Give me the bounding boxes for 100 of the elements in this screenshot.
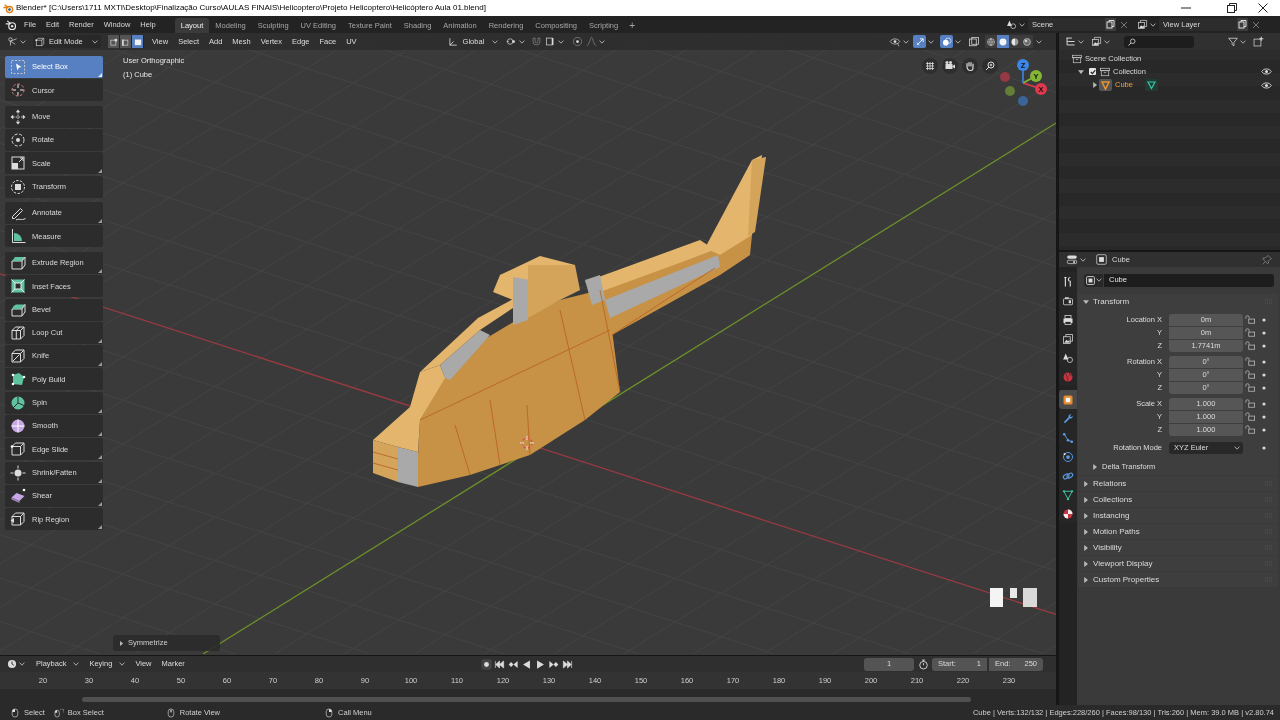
duplicate-icon[interactable] [1105,18,1116,31]
data-block-dropdown[interactable] [1084,273,1103,287]
resize-squares-icon [10,155,26,172]
pivot-icon[interactable] [506,36,518,47]
padlock-icon[interactable] [1245,315,1255,324]
close-icon[interactable] [1258,3,1268,13]
duplicate-icon[interactable] [1237,18,1248,31]
add-workspace-button[interactable]: + [624,18,641,33]
next-keyframe-icon[interactable] [548,658,560,670]
previous-keyframe-icon[interactable] [507,658,519,670]
clock-icon[interactable] [7,659,17,669]
panel-header[interactable]: Instancing [1078,508,1278,523]
ruler-icon [10,228,26,245]
image-stack-icon[interactable] [1137,19,1148,30]
eye-pointer-icon[interactable] [889,36,901,47]
disclosure-triangle-icon[interactable] [1083,298,1089,305]
shading-mode-button[interactable] [1021,35,1033,48]
dot-icon[interactable] [1262,385,1266,390]
shading-mode-button[interactable] [1009,35,1021,48]
padlock-icon[interactable] [1245,341,1255,350]
padlock-icon[interactable] [1245,357,1255,366]
overlapping-squares-icon[interactable] [968,35,980,48]
dot-icon[interactable] [1262,445,1266,450]
scrollbar[interactable] [82,697,971,702]
checkbox[interactable] [1089,68,1096,76]
dot-icon[interactable] [1262,401,1266,406]
split-cube-icon [10,324,26,341]
tripod-icon[interactable] [7,36,18,47]
record-icon[interactable] [480,658,492,670]
disclosure-triangle-icon[interactable] [1092,463,1098,470]
disclosure-triangle-icon[interactable] [1083,528,1089,535]
dot-icon[interactable] [1262,330,1266,335]
dot-icon[interactable] [1262,427,1266,432]
triangle-tile-icon [1144,79,1158,92]
eye-icon[interactable] [1261,67,1272,77]
screen-overlay-drawing [990,588,1037,607]
padlock-icon[interactable] [1245,425,1255,434]
3d-viewport[interactable] [0,33,1056,655]
padlock-icon[interactable] [1245,412,1255,421]
panel-header[interactable]: Motion Paths [1078,524,1278,539]
image-stack-icon[interactable] [1091,36,1102,47]
select-mode-button[interactable] [132,35,144,48]
caret-icon [1104,39,1110,44]
disclosure-triangle-icon[interactable] [1083,560,1089,567]
eye-icon[interactable] [1261,80,1272,90]
properties-tab[interactable] [1059,390,1077,409]
disclosure-triangle-icon[interactable] [1092,82,1098,89]
disclosure-triangle-icon[interactable] [1083,480,1089,487]
caret-icon [1095,278,1102,282]
cube-arrow-icon [10,511,26,528]
beveled-cube-icon [10,301,26,318]
movie-camera-icon[interactable] [942,58,958,74]
dot-icon[interactable] [1262,359,1266,364]
restore-icon[interactable] [1227,3,1237,13]
jump-start-icon[interactable] [494,658,506,670]
gizmo-toggle[interactable] [913,35,926,48]
panel-header[interactable]: Relations [1078,476,1278,491]
caret-icon [1234,445,1240,450]
storage-box-icon [1100,66,1110,77]
jump-end-icon[interactable] [561,658,573,670]
padlock-icon[interactable] [1245,399,1255,408]
disclosure-triangle-icon[interactable] [1083,576,1089,583]
zoom-icon[interactable] [982,58,998,74]
cone-sphere-icon[interactable] [1006,19,1017,30]
padlock-icon[interactable] [1245,383,1255,392]
select-mode-button[interactable] [108,35,120,48]
panel-header[interactable]: Visibility [1078,540,1278,555]
helicopter-model-drawing[interactable] [372,155,766,487]
pin-icon[interactable] [1262,254,1272,265]
disclosure-triangle-icon[interactable] [1083,512,1089,519]
padlock-icon[interactable] [1245,370,1255,379]
filter-icon[interactable] [1228,36,1238,47]
search-field[interactable] [1124,35,1194,48]
caret-icon [928,39,934,44]
target-circle-icon[interactable] [572,36,584,47]
disclosure-triangle-icon[interactable] [1083,544,1089,551]
dot-icon[interactable] [1262,414,1266,419]
caret-icon [19,662,25,666]
disclosure-triangle-icon[interactable] [1083,496,1089,503]
add-box-icon[interactable] [1253,36,1264,47]
tree-list-icon[interactable] [1065,36,1076,47]
panel-header[interactable]: Custom Properties [1078,572,1278,587]
panel-header[interactable]: Collections [1078,492,1278,507]
shading-mode-button[interactable] [985,35,997,48]
dot-icon[interactable] [1262,372,1266,377]
select-mode-button[interactable] [120,35,132,48]
toggle-switches-icon[interactable] [1066,254,1078,265]
dot-icon[interactable] [1262,317,1266,322]
panel-header[interactable]: Viewport Display [1078,556,1278,571]
hand-icon[interactable] [962,58,978,74]
dot-icon[interactable] [1262,343,1266,348]
play-icon[interactable] [534,658,546,670]
stopwatch-icon[interactable] [918,658,929,670]
grid-icon[interactable] [922,58,938,74]
tools-icon [1062,275,1074,288]
blender-logo-icon [3,2,14,14]
overlays-toggle[interactable] [940,35,953,48]
play-reverse-icon[interactable] [521,658,533,670]
disclosure-triangle-icon[interactable] [1078,68,1084,75]
padlock-icon[interactable] [1245,328,1255,337]
